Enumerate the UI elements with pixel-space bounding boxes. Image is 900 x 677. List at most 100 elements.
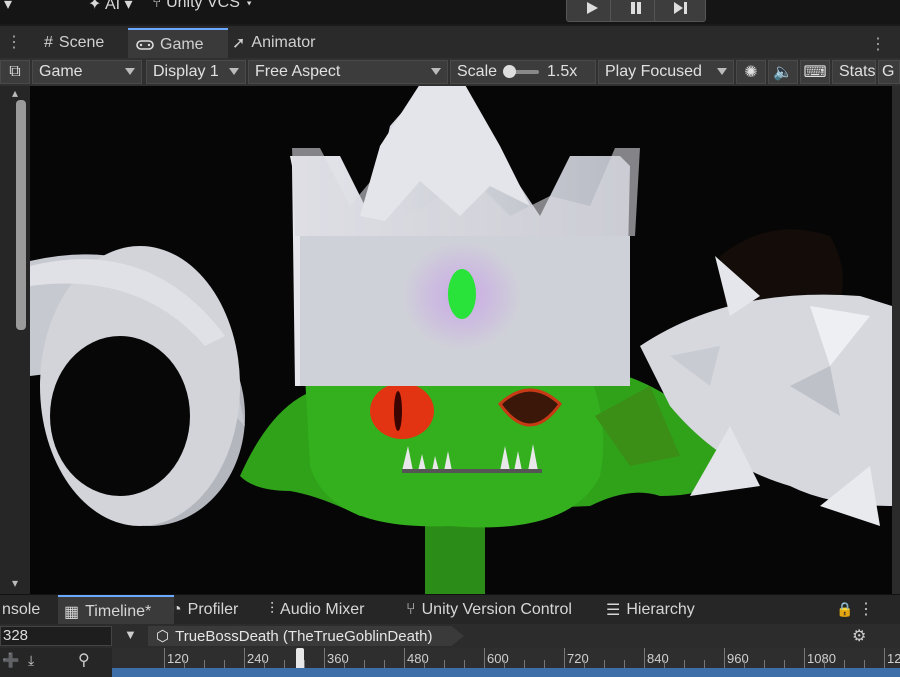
tab-game[interactable]: Game bbox=[128, 28, 228, 60]
tab-console-label: nsole bbox=[2, 601, 41, 618]
ruler-minor-tick bbox=[824, 660, 825, 668]
step-button[interactable] bbox=[654, 0, 706, 22]
unity-vcs-menu[interactable]: ⑂ Unity VCS ▾ bbox=[152, 0, 254, 12]
tab-timeline[interactable]: ▦ Timeline* bbox=[58, 595, 174, 627]
chevron-down-icon bbox=[229, 68, 239, 75]
speaker-icon: 🔈 bbox=[773, 64, 793, 81]
ruler-minor-tick bbox=[304, 660, 305, 668]
keyboard-icon: ⌨ bbox=[803, 64, 827, 81]
display-value: Display 1 bbox=[153, 63, 219, 80]
play-icon bbox=[587, 2, 598, 14]
mute-audio-toggle[interactable]: 🔈 bbox=[768, 60, 798, 84]
import-icon[interactable]: ⤓ bbox=[28, 652, 34, 669]
tab-version-control-label: Unity Version Control bbox=[421, 601, 572, 618]
ai-menu[interactable]: ✦ AI ▾ bbox=[88, 0, 133, 14]
audio-mixer-icon: ⫶ bbox=[270, 601, 275, 618]
game-render bbox=[30, 86, 892, 594]
ruler-label: 12 bbox=[887, 651, 900, 666]
ruler-tick bbox=[564, 648, 565, 668]
ruler-minor-tick bbox=[264, 660, 265, 668]
ruler-minor-tick bbox=[604, 660, 605, 668]
chevron-down-icon[interactable]: ▾ bbox=[12, 576, 18, 590]
ruler-tick bbox=[164, 648, 165, 668]
view-mode-dropdown[interactable]: Game bbox=[32, 60, 142, 84]
ruler-minor-tick bbox=[424, 660, 425, 668]
kebab-menu-icon[interactable]: ⋮ bbox=[6, 32, 22, 52]
unity-vcs-label: Unity VCS bbox=[166, 0, 240, 11]
tab-animator-label: Animator bbox=[251, 34, 316, 51]
keyboard-toggle[interactable]: ⌨ bbox=[800, 60, 830, 84]
chevron-down-icon bbox=[431, 68, 441, 75]
scale-slider[interactable] bbox=[503, 65, 540, 78]
cube-icon: ⬡ bbox=[156, 628, 170, 645]
timeline-icon: ▦ bbox=[64, 604, 80, 621]
kebab-menu-icon[interactable]: ⋮ bbox=[858, 599, 874, 619]
tab-console[interactable]: nsole bbox=[0, 595, 46, 625]
sparkle-icon: ✦ bbox=[88, 0, 102, 13]
slider-thumb[interactable] bbox=[503, 65, 517, 78]
tab-version-control[interactable]: ⑂ Unity Version Control bbox=[400, 595, 578, 625]
aspect-dropdown[interactable]: Free Aspect bbox=[248, 60, 448, 84]
gizmos-button[interactable]: G bbox=[878, 60, 900, 84]
tab-hierarchy-label: Hierarchy bbox=[626, 601, 695, 618]
right-side-strip bbox=[892, 86, 900, 594]
maximize-icon[interactable]: ⧉ bbox=[0, 60, 30, 84]
stats-button[interactable]: Stats bbox=[832, 60, 876, 84]
ruler-tick bbox=[324, 648, 325, 668]
scale-control: Scale 1.5x bbox=[450, 60, 596, 84]
ruler-minor-tick bbox=[864, 660, 865, 668]
ruler-minor-tick bbox=[584, 660, 585, 668]
tab-hierarchy[interactable]: ☰ Hierarchy bbox=[600, 595, 701, 625]
ruler-minor-tick bbox=[664, 660, 665, 668]
chevron-up-icon[interactable]: ▴ bbox=[12, 86, 18, 100]
ruler-label: 1080 bbox=[807, 651, 836, 666]
tab-audio-mixer[interactable]: ⫶ Audio Mixer bbox=[264, 595, 371, 625]
gear-icon[interactable]: ⚙ bbox=[852, 626, 866, 646]
top-bar: ▾ ✦ AI ▾ ⑂ Unity VCS ▾ bbox=[0, 0, 900, 24]
vertical-scrollbar[interactable] bbox=[16, 100, 26, 330]
gizmos-label: G bbox=[882, 63, 895, 80]
kebab-menu-icon[interactable]: ⋮ bbox=[870, 34, 886, 54]
ruler-minor-tick bbox=[764, 660, 765, 668]
add-track-icon[interactable]: ➕ bbox=[2, 652, 19, 669]
ruler-minor-tick bbox=[204, 660, 205, 668]
editor-tab-bar: ⋮ # Scene Game ➚ Animator ⋮ bbox=[0, 26, 900, 60]
play-mode-value: Play Focused bbox=[605, 63, 702, 80]
breadcrumb-label: TrueBossDeath (TheTrueGoblinDeath) bbox=[175, 627, 433, 645]
view-mode-value: Game bbox=[39, 63, 83, 80]
game-view[interactable] bbox=[30, 86, 892, 594]
tab-animator[interactable]: ➚ Animator bbox=[224, 28, 323, 58]
tab-profiler[interactable]: ◔ Profiler bbox=[166, 595, 244, 625]
ruler-tick bbox=[244, 648, 245, 668]
tab-timeline-label: Timeline* bbox=[85, 603, 152, 620]
tab-scene[interactable]: # Scene bbox=[36, 28, 112, 58]
chevron-down-icon bbox=[717, 68, 727, 75]
game-toolbar: ⧉ Game Display 1 Free Aspect Scale 1.5x … bbox=[0, 58, 900, 87]
branch-icon: ⑂ bbox=[406, 601, 416, 618]
ruler-minor-tick bbox=[464, 660, 465, 668]
pin-icon[interactable]: ⚲ bbox=[78, 650, 90, 670]
display-dropdown[interactable]: Display 1 bbox=[146, 60, 246, 84]
ruler-minor-tick bbox=[784, 660, 785, 668]
frame-field[interactable]: 328 bbox=[0, 626, 112, 646]
chevron-down-icon: ▾ bbox=[244, 0, 254, 11]
bug-toggle[interactable]: ✺ bbox=[736, 60, 766, 84]
ruler-minor-tick bbox=[744, 660, 745, 668]
ruler-minor-tick bbox=[344, 660, 345, 668]
lock-icon[interactable]: 🔒 bbox=[836, 601, 853, 618]
ruler-minor-tick bbox=[704, 660, 705, 668]
hierarchy-icon: ☰ bbox=[606, 602, 621, 619]
ruler-minor-tick bbox=[544, 660, 545, 668]
ruler-label: 120 bbox=[167, 651, 189, 666]
timeline-range-bar bbox=[112, 668, 900, 677]
chevron-down-icon[interactable]: ▾ bbox=[4, 0, 12, 14]
crown-gem bbox=[448, 269, 476, 319]
timeline-breadcrumb[interactable]: ⬡ TrueBossDeath (TheTrueGoblinDeath) bbox=[148, 626, 464, 646]
chevron-down-icon[interactable]: ▼ bbox=[124, 627, 137, 642]
ruler-tick bbox=[804, 648, 805, 668]
ruler-minor-tick bbox=[504, 660, 505, 668]
play-mode-dropdown[interactable]: Play Focused bbox=[598, 60, 734, 84]
aspect-value: Free Aspect bbox=[255, 63, 341, 80]
ruler-minor-tick bbox=[624, 660, 625, 668]
ruler-label: 360 bbox=[327, 651, 349, 666]
